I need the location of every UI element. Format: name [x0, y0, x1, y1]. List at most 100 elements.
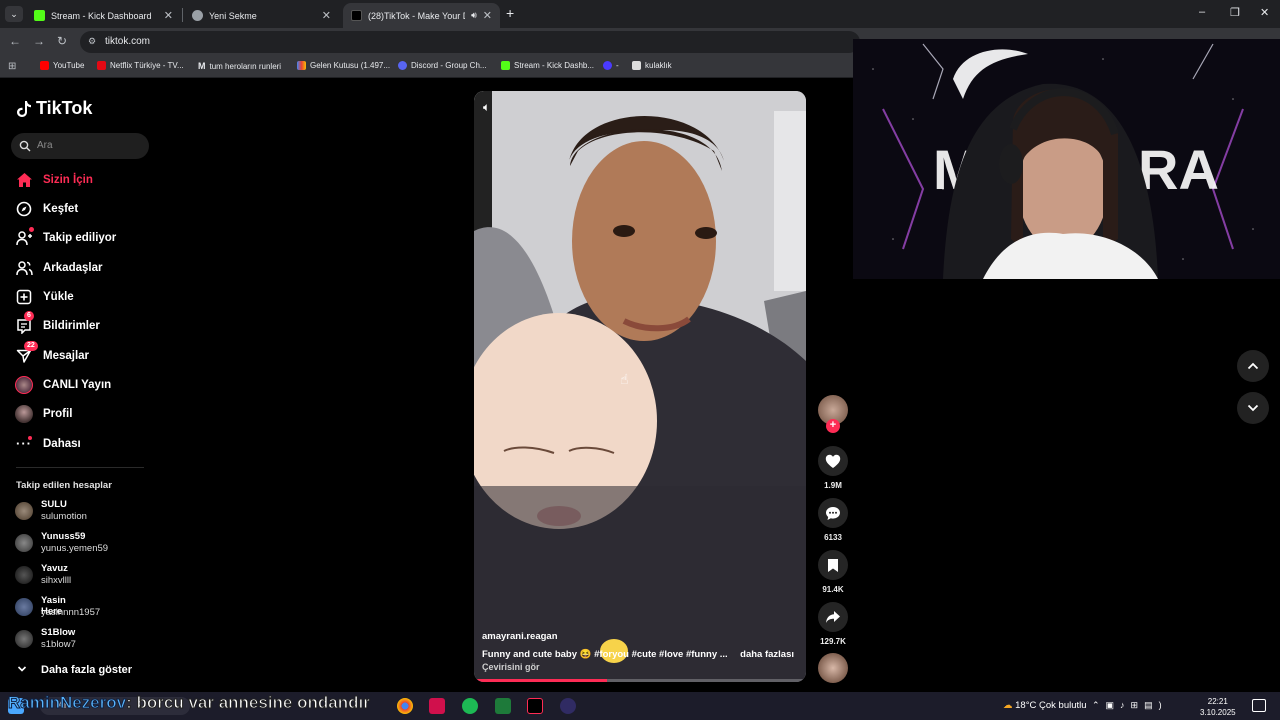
search-input[interactable]: Ara — [11, 133, 149, 159]
weather-widget[interactable]: ☁ 18°C Çok bulutlu — [1003, 700, 1087, 711]
spotify-icon[interactable] — [462, 698, 478, 714]
close-tab-icon[interactable]: ✕ — [483, 9, 492, 22]
reload-icon[interactable]: ↻ — [57, 34, 67, 48]
bookmark-dash[interactable]: - — [603, 61, 619, 70]
translate-link[interactable]: Çevirisini gör — [482, 662, 540, 672]
show-more-button[interactable]: Daha fazla göster — [17, 664, 132, 676]
bookmark-gmail[interactable]: Gelen Kutusu (1.497... — [297, 61, 390, 70]
close-tab-icon[interactable]: ✕ — [322, 9, 331, 22]
nav-for-you[interactable]: Sizin İçin — [15, 169, 93, 191]
video-player[interactable]: 🔈︎ amayrani.reagan Funny and cute baby 😆… — [474, 91, 806, 682]
webcam-feed: M RA — [853, 39, 1280, 279]
nav-friends[interactable]: Arkadaşlar — [15, 257, 102, 279]
previous-video-button[interactable] — [1237, 350, 1269, 382]
apps-grid-icon[interactable]: ⊞ — [8, 61, 16, 72]
chrome-icon[interactable] — [397, 698, 413, 714]
next-video-button[interactable] — [1237, 392, 1269, 424]
url-text: tiktok.com — [105, 36, 151, 47]
progress-fill — [474, 679, 607, 682]
share-button[interactable]: 129.7K — [817, 602, 849, 646]
tab-label: (28)TikTok - Make Your Day — [368, 10, 465, 21]
close-tab-icon[interactable]: ✕ — [164, 9, 173, 22]
save-button[interactable]: 91.4K — [817, 550, 849, 594]
app-icon[interactable] — [495, 698, 511, 714]
bookmark-icon — [818, 550, 848, 580]
bookmark-discord[interactable]: Discord - Group Ch... — [398, 61, 487, 70]
bookmark-netflix[interactable]: Netflix Türkiye - TV... — [97, 61, 184, 70]
chevron-up-icon — [1247, 362, 1259, 370]
tab-new-tab[interactable]: Yeni Sekme ✕ — [184, 3, 339, 28]
gmail-icon — [297, 61, 306, 70]
tab-tiktok[interactable]: (28)TikTok - Make Your Day 🔊︎ ✕ — [343, 3, 500, 28]
bookmark-label: Stream - Kick Dashb... — [514, 61, 595, 70]
obs-icon[interactable] — [560, 698, 576, 714]
follow-plus-icon[interactable]: + — [826, 419, 840, 433]
bookmark-kick[interactable]: Stream - Kick Dashb... — [501, 61, 594, 70]
forward-icon[interactable]: → — [33, 34, 45, 48]
caption-more-button[interactable]: daha fazlası — [740, 649, 794, 660]
tiktok-logo[interactable]: TikTok — [16, 98, 92, 119]
message-icon: 22 — [15, 341, 38, 365]
share-count: 129.7K — [820, 637, 846, 646]
avatar — [15, 534, 33, 552]
nav-notifications[interactable]: 6 Bildirimler — [15, 311, 100, 337]
nav-profile[interactable]: Profil — [15, 403, 72, 425]
tiktok-note-icon — [17, 100, 31, 117]
avatar — [15, 566, 33, 584]
following-icon — [15, 227, 34, 247]
account-username: s1blow7 — [41, 639, 76, 650]
kick-favicon-icon — [34, 10, 45, 21]
minimize-icon[interactable]: – — [1199, 6, 1205, 18]
search-placeholder: Ara — [37, 140, 53, 151]
bookmark-youtube[interactable]: YouTube — [40, 61, 84, 70]
tiktok-favicon-icon — [351, 10, 362, 21]
nav-label: Takip ediliyor — [43, 232, 117, 244]
audio-playing-icon[interactable]: 🔊︎ — [471, 10, 477, 21]
new-tab-button[interactable]: + — [506, 5, 514, 21]
nav-label: CANLI Yayın — [43, 379, 112, 391]
bookmark-label: YouTube — [53, 61, 85, 70]
bookmark-label: tum heroların runleri — [209, 61, 282, 71]
nav-messages[interactable]: 22 Mesajlar — [15, 341, 89, 367]
comment-button[interactable]: 6133 — [817, 498, 849, 542]
account-name: SULU — [41, 499, 67, 510]
bookmark-kulaklik[interactable]: kulaklık — [632, 61, 672, 70]
pocket-icon[interactable] — [429, 698, 445, 714]
nav-upload[interactable]: Yükle — [15, 286, 74, 308]
bookmark-favicon-icon — [603, 61, 612, 70]
video-progress-bar[interactable] — [474, 679, 806, 682]
notifications-icon[interactable] — [1252, 699, 1266, 712]
comment-count: 6133 — [824, 533, 842, 542]
author-avatar-button[interactable]: + — [817, 395, 849, 433]
window-close-icon[interactable]: ✕ — [1260, 6, 1269, 19]
music-disc-button[interactable] — [817, 653, 849, 683]
tab-kick-dashboard[interactable]: Stream - Kick Dashboard ✕ — [26, 3, 181, 28]
restore-icon[interactable]: ❐ — [1230, 6, 1240, 19]
back-icon[interactable]: ← — [9, 34, 21, 48]
nav-live[interactable]: CANLI Yayın — [15, 374, 111, 396]
tab-label: Yeni Sekme — [209, 10, 257, 21]
like-button[interactable]: 1.9M — [817, 446, 849, 490]
taskbar-clock[interactable]: 22:21 3.10.2025 — [1200, 696, 1236, 718]
save-count: 91.4K — [822, 585, 844, 594]
nav-label: Keşfet — [43, 203, 79, 215]
like-count: 1.9M — [824, 481, 842, 490]
tab-search-button[interactable]: ⌄ — [5, 6, 23, 22]
show-more-label: Daha fazla göster — [41, 664, 133, 676]
address-bar[interactable]: ⚙ tiktok.com — [80, 31, 860, 53]
bookmark-heroes[interactable]: Mtum heroların runleri — [198, 61, 281, 71]
search-icon — [19, 140, 31, 152]
site-info-icon[interactable]: ⚙ — [88, 36, 96, 47]
tiktok-taskbar-icon[interactable] — [527, 698, 543, 714]
nav-following[interactable]: Takip ediliyor — [15, 227, 116, 249]
heart-icon — [818, 446, 848, 476]
system-tray-icons[interactable]: ⌃▣♪⊞▤) — [1092, 700, 1168, 711]
mute-icon[interactable]: 🔈︎ — [483, 100, 490, 115]
chat-message: : borcu var annesine ondandır — [126, 693, 371, 713]
nav-explore[interactable]: Keşfet — [15, 198, 78, 220]
nav-more[interactable]: ··· Dahası — [15, 433, 81, 455]
video-author[interactable]: amayrani.reagan — [482, 631, 558, 642]
nav-label: Yükle — [43, 291, 74, 303]
browser-tab-strip: ⌄ Stream - Kick Dashboard ✕ Yeni Sekme ✕… — [0, 0, 1280, 28]
live-icon — [15, 376, 33, 394]
